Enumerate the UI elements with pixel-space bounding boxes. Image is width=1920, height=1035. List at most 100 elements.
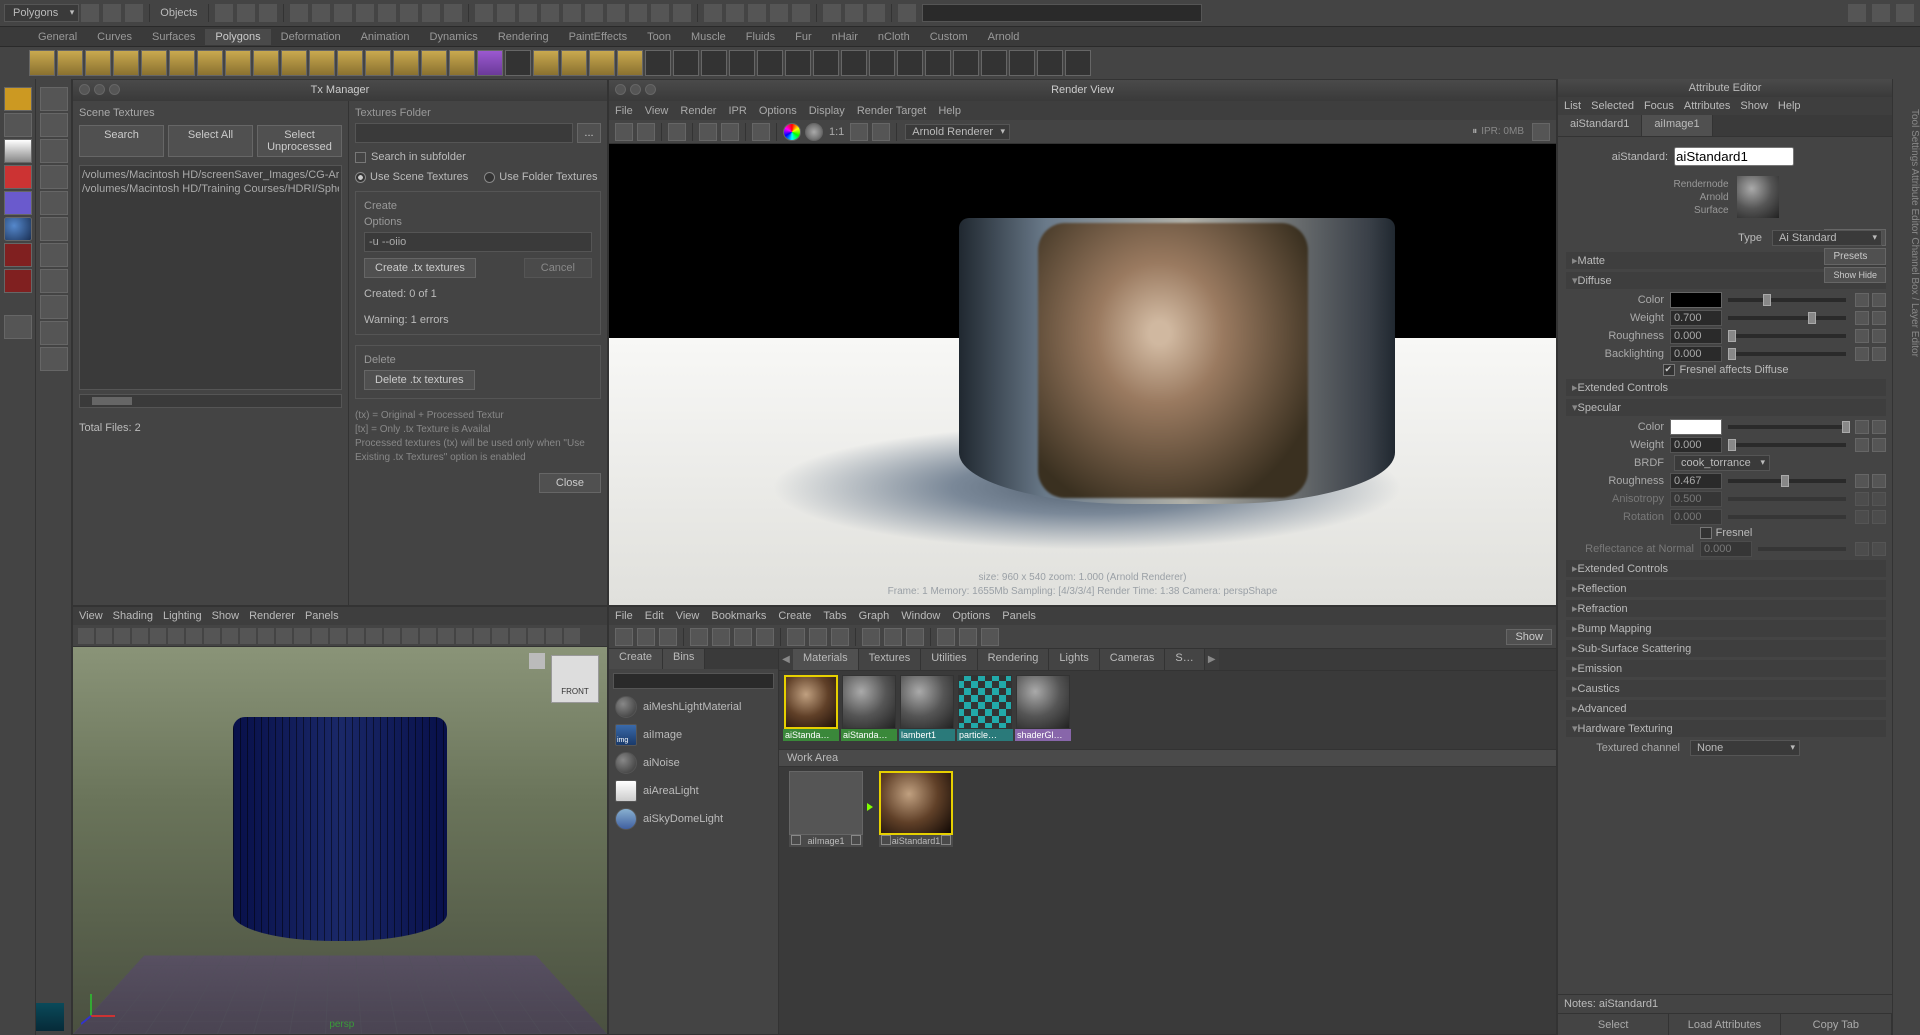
hs-menu-bookmarks[interactable]: Bookmarks bbox=[711, 610, 766, 622]
shelf-tab-arnold[interactable]: Arnold bbox=[978, 29, 1030, 45]
shelf-icon[interactable] bbox=[897, 50, 923, 76]
cancel-button[interactable]: Cancel bbox=[524, 258, 592, 278]
layout-icon[interactable] bbox=[40, 165, 68, 189]
material-swatch[interactable]: aiStanda… bbox=[841, 675, 897, 745]
vp-tool-icon[interactable] bbox=[384, 628, 400, 644]
shelf-tab-ncloth[interactable]: nCloth bbox=[868, 29, 920, 45]
hs-menu-window[interactable]: Window bbox=[901, 610, 940, 622]
hs-icon[interactable] bbox=[906, 628, 924, 646]
vp-tool-icon[interactable] bbox=[150, 628, 166, 644]
shelf-icon[interactable] bbox=[57, 50, 83, 76]
render-icon[interactable] bbox=[615, 123, 633, 141]
caustics-section[interactable]: Caustics bbox=[1566, 680, 1886, 697]
tb-icon[interactable] bbox=[497, 4, 515, 22]
shelf-icon[interactable] bbox=[729, 50, 755, 76]
map-icon[interactable] bbox=[1855, 510, 1869, 524]
vp-menu-lighting[interactable]: Lighting bbox=[163, 610, 202, 622]
diffuse-rough-input[interactable] bbox=[1670, 328, 1722, 344]
map-icon[interactable] bbox=[1855, 420, 1869, 434]
tb-icon[interactable] bbox=[867, 4, 885, 22]
hs-icon[interactable] bbox=[937, 628, 955, 646]
node-output-icon[interactable] bbox=[851, 835, 861, 845]
hs-tab-textures[interactable]: Textures bbox=[859, 649, 922, 670]
shelf-tab-curves[interactable]: Curves bbox=[87, 29, 142, 45]
select-all-button[interactable]: Select All bbox=[168, 125, 253, 157]
paint-select-icon[interactable] bbox=[4, 139, 32, 163]
hs-icon[interactable] bbox=[756, 628, 774, 646]
emission-section[interactable]: Emission bbox=[1566, 660, 1886, 677]
shelf-icon[interactable] bbox=[785, 50, 811, 76]
shelf-icon[interactable] bbox=[841, 50, 867, 76]
texture-file-item[interactable]: /volumes/Macintosh HD/screenSaver_Images… bbox=[82, 168, 339, 182]
rv-menu-file[interactable]: File bbox=[615, 105, 633, 117]
layout-icon[interactable] bbox=[1896, 4, 1914, 22]
shelf-tab-general[interactable]: General bbox=[28, 29, 87, 45]
at-menu-attributes[interactable]: Attributes bbox=[1684, 100, 1730, 112]
hs-icon[interactable] bbox=[659, 628, 677, 646]
vp-tool-icon[interactable] bbox=[186, 628, 202, 644]
show-button[interactable]: Show bbox=[1506, 629, 1552, 645]
hs-icon[interactable] bbox=[959, 628, 977, 646]
shelf-icon[interactable] bbox=[617, 50, 643, 76]
spec-rough-input[interactable] bbox=[1670, 473, 1722, 489]
layout-icon[interactable] bbox=[1848, 4, 1866, 22]
shelf-tab-custom[interactable]: Custom bbox=[920, 29, 978, 45]
shelf-icon[interactable] bbox=[561, 50, 587, 76]
hs-icon[interactable] bbox=[734, 628, 752, 646]
shelf-icon[interactable] bbox=[337, 50, 363, 76]
layout-icon[interactable] bbox=[40, 295, 68, 319]
render-canvas[interactable]: size: 960 x 540 zoom: 1.000 (Arnold Rend… bbox=[609, 144, 1556, 605]
right-dock-labels[interactable]: Tool Settings Attribute Editor Channel B… bbox=[1892, 79, 1920, 1035]
use-folder-radio[interactable] bbox=[484, 172, 495, 183]
layout-icon[interactable] bbox=[1872, 4, 1890, 22]
hs-create-item[interactable]: aiMeshLightMaterial bbox=[609, 693, 778, 721]
move-tool-icon[interactable] bbox=[4, 165, 32, 189]
tb-icon[interactable] bbox=[475, 4, 493, 22]
tb-icon[interactable] bbox=[519, 4, 537, 22]
shelf-icon[interactable] bbox=[85, 50, 111, 76]
browse-button[interactable]: ... bbox=[577, 123, 601, 143]
tabs-right-icon[interactable]: ▶ bbox=[1205, 649, 1219, 670]
advanced-section[interactable]: Advanced bbox=[1566, 700, 1886, 717]
shelf-icon[interactable] bbox=[505, 50, 531, 76]
layout-icon[interactable] bbox=[40, 243, 68, 267]
shelf-icon[interactable] bbox=[225, 50, 251, 76]
hs-create-item[interactable]: aiSkyDomeLight bbox=[609, 805, 778, 833]
node-output-icon[interactable] bbox=[941, 835, 951, 845]
fresnel-spec-checkbox[interactable] bbox=[1700, 527, 1712, 539]
layout-four-icon[interactable] bbox=[40, 113, 68, 137]
vp-menu-view[interactable]: View bbox=[79, 610, 103, 622]
hs-menu-graph[interactable]: Graph bbox=[859, 610, 890, 622]
map-icon[interactable] bbox=[1872, 492, 1886, 506]
shelf-icon[interactable] bbox=[1037, 50, 1063, 76]
hs-left-tab-bins[interactable]: Bins bbox=[663, 649, 705, 669]
save-scene-icon[interactable] bbox=[125, 4, 143, 22]
shelf-icon[interactable] bbox=[309, 50, 335, 76]
node-name-input[interactable] bbox=[1674, 147, 1794, 166]
vp-tool-icon[interactable] bbox=[312, 628, 328, 644]
hs-left-tab-create[interactable]: Create bbox=[609, 649, 663, 669]
type-dropdown[interactable]: Ai Standard bbox=[1772, 230, 1882, 246]
hs-icon[interactable] bbox=[884, 628, 902, 646]
map-icon[interactable] bbox=[1855, 347, 1869, 361]
layout-icon[interactable] bbox=[40, 139, 68, 163]
vp-menu-show[interactable]: Show bbox=[212, 610, 240, 622]
rv-menu-render[interactable]: Render bbox=[680, 105, 716, 117]
render-globals-icon[interactable] bbox=[752, 123, 770, 141]
vp-tool-icon[interactable] bbox=[240, 628, 256, 644]
specular-section[interactable]: Specular bbox=[1566, 399, 1886, 416]
create-tx-button[interactable]: Create .tx textures bbox=[364, 258, 476, 278]
hs-menu-view[interactable]: View bbox=[676, 610, 700, 622]
material-swatch[interactable]: particle… bbox=[957, 675, 1013, 745]
hs-menu-options[interactable]: Options bbox=[952, 610, 990, 622]
command-search-input[interactable] bbox=[922, 4, 1202, 22]
map-icon[interactable] bbox=[1872, 347, 1886, 361]
rotate-tool-icon[interactable] bbox=[4, 191, 32, 215]
shelf-icon[interactable] bbox=[813, 50, 839, 76]
vp-tool-icon[interactable] bbox=[114, 628, 130, 644]
tb-icon[interactable] bbox=[585, 4, 603, 22]
shelf-icon[interactable] bbox=[645, 50, 671, 76]
shelf-icon[interactable] bbox=[1065, 50, 1091, 76]
exposure-icon[interactable] bbox=[805, 123, 823, 141]
diffuse-weight-input[interactable] bbox=[1670, 310, 1722, 326]
